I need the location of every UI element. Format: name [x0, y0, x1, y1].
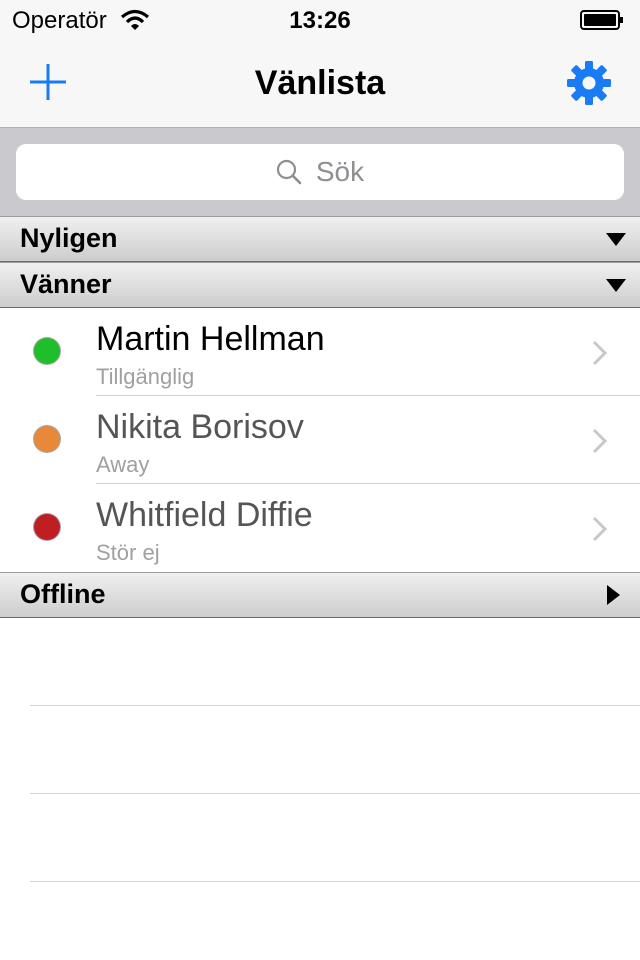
row-divider — [30, 793, 640, 794]
section-header-friends[interactable]: Vänner — [0, 262, 640, 308]
expand-triangle-icon — [607, 585, 620, 605]
chevron-right-icon — [592, 428, 608, 454]
collapse-triangle-icon — [606, 233, 626, 246]
contact-row[interactable]: Whitfield Diffie Stör ej — [0, 484, 640, 572]
section-header-offline[interactable]: Offline — [0, 572, 640, 618]
contact-status: Stör ej — [96, 540, 160, 565]
status-indicator-available — [34, 338, 60, 364]
section-header-recent[interactable]: Nyligen — [0, 216, 640, 262]
section-label-offline: Offline — [20, 579, 106, 609]
status-indicator-away — [34, 426, 60, 452]
navigation-bar: Vänlista — [0, 40, 640, 128]
contact-status: Tillgänglig — [96, 364, 195, 389]
section-label-friends: Vänner — [20, 269, 112, 299]
contact-row[interactable]: Martin Hellman Tillgänglig — [0, 308, 640, 396]
gear-icon[interactable] — [566, 60, 612, 106]
row-divider — [30, 881, 640, 882]
search-placeholder: Sök — [315, 156, 365, 187]
chevron-right-icon — [592, 516, 608, 542]
collapse-triangle-icon — [606, 279, 626, 292]
battery-icon — [580, 10, 623, 30]
search-input[interactable]: Sök — [16, 144, 624, 200]
section-label-recent: Nyligen — [20, 223, 118, 253]
contact-status: Away — [96, 452, 150, 477]
page-title: Vänlista — [254, 64, 386, 102]
contact-name: Nikita Borisov — [96, 408, 304, 446]
contact-name: Whitfield Diffie — [96, 496, 313, 534]
contact-row[interactable]: Nikita Borisov Away — [0, 396, 640, 484]
status-bar: Operatör 13:26 — [0, 0, 640, 40]
chevron-right-icon — [592, 340, 608, 366]
status-indicator-busy — [34, 514, 60, 540]
clock: 13:26 — [289, 7, 351, 34]
row-divider — [30, 705, 640, 706]
contact-name: Martin Hellman — [96, 320, 325, 358]
search-icon — [276, 159, 302, 185]
search-bar: Sök — [0, 128, 640, 216]
